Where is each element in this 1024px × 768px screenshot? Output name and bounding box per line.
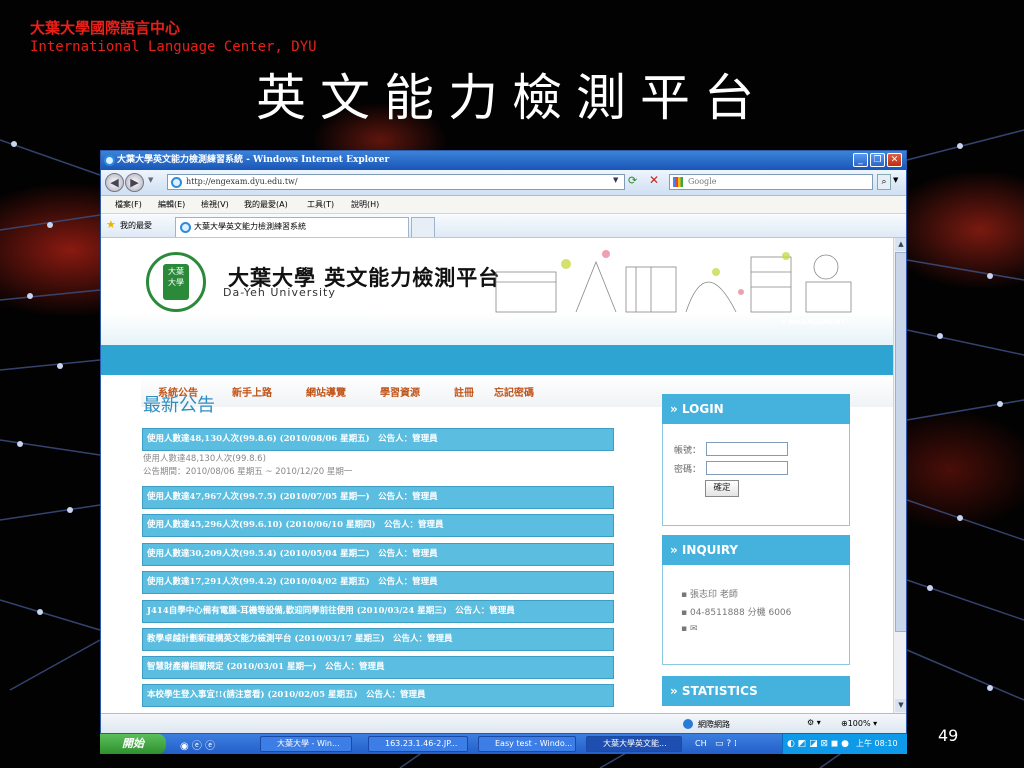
- news-item[interactable]: 使用人數達45,296人次(99.6.10) (2010/06/10 星期四) …: [142, 514, 614, 537]
- site-name-english: Da-Yeh University: [223, 286, 336, 299]
- login-submit-button[interactable]: 確定: [705, 480, 739, 497]
- stop-icon[interactable]: ✕: [649, 173, 659, 187]
- org-name-english: International Language Center, DYU: [30, 39, 317, 55]
- language-indicator[interactable]: CH: [695, 734, 707, 754]
- university-logo: 大葉 大學: [146, 252, 206, 312]
- news-item[interactable]: 使用人數達48,130人次(99.8.6) (2010/08/06 星期五) 公…: [142, 428, 614, 451]
- news-item[interactable]: J414自學中心備有電腦-耳機等設備,歡迎同學前往使用 (2010/03/24 …: [142, 600, 614, 623]
- zoom-control[interactable]: ⊕100% ▾: [841, 719, 877, 728]
- nav-forgot-password[interactable]: 忘記密碼: [494, 384, 534, 399]
- taskbar-item[interactable]: 大葉大學 - Win...: [260, 736, 352, 752]
- scroll-down-icon[interactable]: ▼: [895, 699, 906, 712]
- start-button[interactable]: 開始: [100, 734, 166, 754]
- inquiry-header: » INQUIRY: [662, 535, 850, 565]
- menu-tools[interactable]: 工具(T): [307, 196, 334, 213]
- browser-window: 大葉大學英文能力檢測練習系統 - Windows Internet Explor…: [100, 150, 907, 734]
- nav-site-map[interactable]: 網站導覽: [306, 384, 346, 399]
- tab-label: 大葉大學英文能力檢測練習系統: [194, 222, 306, 231]
- page-number: 49: [938, 726, 959, 745]
- news-item[interactable]: 使用人數達17,291人次(99.4.2) (2010/04/02 星期五) 公…: [142, 571, 614, 594]
- google-icon: [673, 177, 683, 187]
- close-button[interactable]: ✕: [887, 153, 902, 167]
- menu-edit[interactable]: 編輯(E): [158, 196, 185, 213]
- nav-resources[interactable]: 學習資源: [380, 384, 420, 399]
- window-title: 大葉大學英文能力檢測練習系統 - Windows Internet Explor…: [117, 155, 390, 165]
- mail-icon[interactable]: ✉: [690, 624, 698, 634]
- news-item[interactable]: 使用人數達47,967人次(99.7.5) (2010/07/05 星期一) 公…: [142, 486, 614, 509]
- restore-button[interactable]: ❐: [870, 153, 885, 167]
- slide-title: 英文能力檢測平台: [256, 69, 768, 127]
- new-tab-button[interactable]: [411, 217, 435, 237]
- menu-file[interactable]: 檔案(F): [115, 196, 142, 213]
- ie-icon: [104, 155, 115, 166]
- nav-register[interactable]: 註冊: [454, 384, 474, 399]
- page-content: 大葉大學 大葉大學 英文能力檢測平台 Da-Yeh University ⌂: [101, 238, 893, 713]
- menu-help[interactable]: 說明(H): [351, 196, 379, 213]
- inquiry-phone: ▪ 04-8511888 分機 6006: [681, 608, 792, 618]
- campus-sketch-illustration: [495, 250, 852, 313]
- ime-icons[interactable]: ▭ ? ⁞: [715, 734, 737, 754]
- org-name-chinese: 大葉大學國際語言中心: [30, 19, 181, 37]
- news-item[interactable]: 智慧財產權相關規定 (2010/03/01 星期一) 公告人：管理員: [142, 656, 614, 679]
- system-tray: ◐ ◩ ◪ ⊠ ◼ ● 上午 08:10: [782, 734, 907, 754]
- address-toolbar: ◀ ▶ ▼ http://engexam.dyu.edu.tw/ ▼ ⟳ ✕ G…: [101, 170, 906, 196]
- favorites-button[interactable]: 我的最愛: [120, 220, 152, 231]
- search-options-icon[interactable]: ▼: [893, 176, 898, 184]
- scroll-thumb[interactable]: [895, 252, 906, 632]
- tray-icons[interactable]: ◐ ◩ ◪ ⊠ ◼ ●: [787, 734, 849, 754]
- page-icon: [171, 177, 182, 188]
- address-dropdown-icon[interactable]: ▼: [613, 176, 623, 187]
- back-button[interactable]: ◀: [105, 173, 124, 192]
- vertical-scrollbar[interactable]: ▲ ▼: [893, 238, 906, 713]
- star-icon: ★: [106, 218, 116, 231]
- news-item[interactable]: 本校學生登入事宜!!(請注意看) (2010/02/05 星期五) 公告人：管理…: [142, 684, 614, 707]
- site-blue-band: [101, 345, 893, 375]
- search-icon[interactable]: ⌕: [877, 174, 891, 190]
- news-period: 公告期間：2010/08/06 星期五 ~ 2010/12/20 星期一: [143, 467, 353, 477]
- inquiry-email[interactable]: ▪ ✉: [681, 624, 698, 634]
- status-zone: 網際網路: [698, 720, 730, 729]
- account-input[interactable]: [706, 442, 788, 456]
- menu-bar: 檔案(F) 編輯(E) 檢視(V) 我的最愛(A) 工具(T) 說明(H): [101, 196, 906, 214]
- password-input[interactable]: [706, 461, 788, 475]
- taskbar-item[interactable]: 163.23.1.46-2.JP...: [368, 736, 468, 752]
- quicklaunch-icons[interactable]: ◉ ⓔ ⓔ: [180, 737, 215, 752]
- news-title: 最新公告: [143, 395, 215, 416]
- taskbar-item[interactable]: Easy test - Windo...: [478, 736, 576, 752]
- inquiry-contact: ▪ 張志印 老師: [681, 590, 738, 600]
- news-item[interactable]: 教學卓越計劃新建構英文能力檢測平台 (2010/03/17 星期三) 公告人：管…: [142, 628, 614, 651]
- clock: 上午 08:10: [856, 739, 898, 748]
- taskbar: 開始 ◉ ⓔ ⓔ 大葉大學 - Win... 163.23.1.46-2.JP.…: [100, 734, 907, 754]
- address-input[interactable]: http://engexam.dyu.edu.tw/: [167, 174, 625, 190]
- site-header: 大葉大學 大葉大學 英文能力檢測平台 Da-Yeh University ⌂: [101, 238, 893, 345]
- taskbar-item-active[interactable]: 大葉大學英文能...: [586, 736, 682, 752]
- browser-tab[interactable]: 大葉大學英文能力檢測練習系統: [175, 217, 409, 237]
- statistics-header: » STATISTICS: [662, 676, 850, 706]
- tab-ie-icon: [180, 222, 191, 233]
- news-detail: 使用人數達48,130人次(99.8.6): [143, 454, 266, 464]
- window-titlebar: 大葉大學英文能力檢測練習系統 - Windows Internet Explor…: [101, 151, 906, 170]
- internet-zone-icon: [683, 719, 693, 729]
- nav-getting-started[interactable]: 新手上路: [232, 384, 272, 399]
- management-link[interactable]: ⌂ MANAGEMENT: [781, 318, 845, 326]
- favorites-bar: ★ 我的最愛 大葉大學英文能力檢測練習系統: [101, 214, 906, 238]
- forward-button[interactable]: ▶: [125, 173, 144, 192]
- login-header: » LOGIN: [662, 394, 850, 424]
- minimize-button[interactable]: _: [853, 153, 868, 167]
- scroll-up-icon[interactable]: ▲: [895, 238, 906, 251]
- search-input[interactable]: Google: [669, 174, 873, 190]
- history-dropdown-icon[interactable]: ▼: [148, 176, 153, 184]
- protected-mode-icon[interactable]: ⚙ ▾: [807, 718, 821, 727]
- account-label: 帳號：: [674, 446, 702, 456]
- refresh-icon[interactable]: ⟳: [628, 174, 637, 187]
- menu-favorites[interactable]: 我的最愛(A): [244, 196, 288, 213]
- menu-view[interactable]: 檢視(V): [201, 196, 229, 213]
- status-bar: 網際網路 ⚙ ▾ ⊕100% ▾: [101, 713, 906, 733]
- password-label: 密碼：: [674, 465, 702, 475]
- news-item[interactable]: 使用人數達30,209人次(99.5.4) (2010/05/04 星期二) 公…: [142, 543, 614, 566]
